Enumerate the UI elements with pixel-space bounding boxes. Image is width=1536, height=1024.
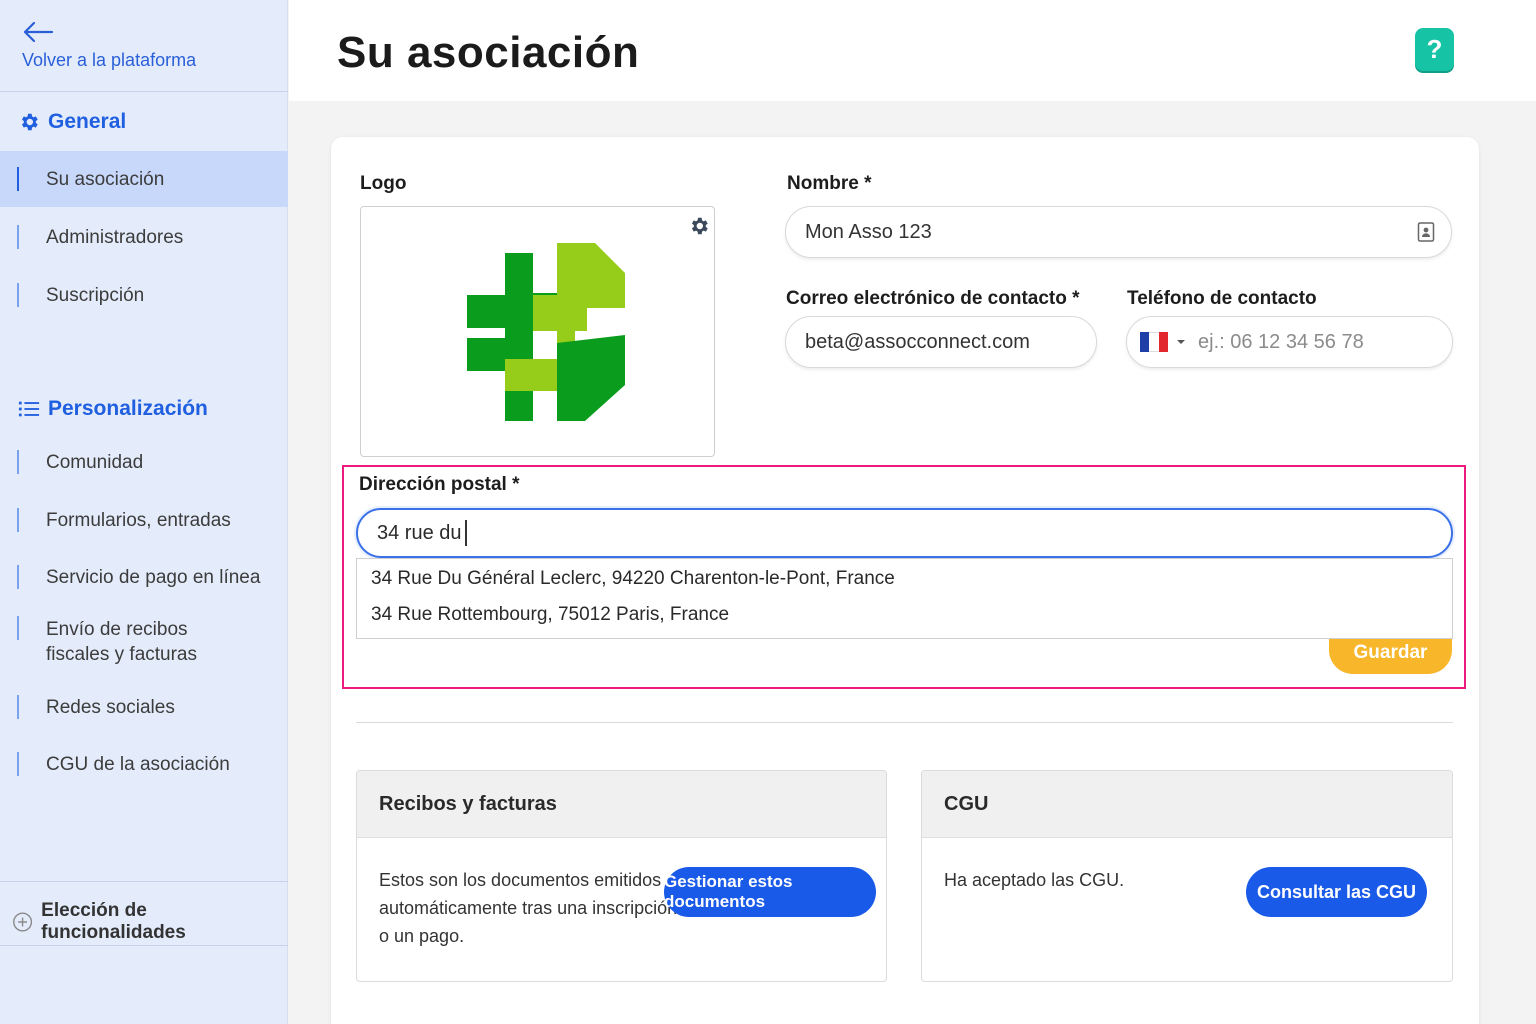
sidebar-item-redes-sociales[interactable]: Redes sociales [0,682,288,732]
address-suggestion-item[interactable]: 34 Rue Du Général Leclerc, 94220 Charent… [357,559,1452,595]
receipts-text-line: automáticamente tras una inscripción [379,898,678,918]
back-link-label: Volver a la plataforma [22,50,197,70]
contact-card-icon [1417,222,1435,242]
receipts-text-line: o un pago. [379,926,465,946]
name-input[interactable]: Mon Asso 123 [785,206,1452,258]
back-to-platform-link[interactable]: Volver a la plataforma [22,20,196,71]
feature-choice-button[interactable]: Elección de funcionalidades [12,900,287,944]
nav-indicator [17,565,19,589]
phone-input[interactable]: ej.: 06 12 34 56 78 [1126,316,1453,368]
cgu-description: Ha aceptado las CGU. [944,870,1125,890]
sidebar-item-label: Comunidad [46,451,144,473]
sidebar-item-su-asociacion[interactable]: Su asociación [0,151,288,207]
nav-indicator [17,283,19,307]
section-divider [356,722,1453,723]
gear-icon[interactable] [688,215,710,237]
gear-icon [21,113,38,131]
phone-placeholder: ej.: 06 12 34 56 78 [1198,330,1364,353]
email-input[interactable]: beta@assocconnect.com [785,316,1097,368]
view-cgu-label: Consultar las CGU [1256,881,1417,902]
section-personalizacion-title: Personalización [48,397,208,420]
email-value: beta@assocconnect.com [805,330,1030,353]
sidebar-item-label: Suscripción [46,284,145,306]
manage-documents-button[interactable]: Gestionar estos documentos [664,867,876,917]
nav-indicator [17,450,19,474]
sidebar-item-label: Su asociación [46,168,165,190]
address-value: 34 rue du [377,521,462,544]
save-label: Guardar [1353,641,1428,663]
phone-label: Teléfono de contacto [1127,288,1317,309]
sidebar: Volver a la plataforma General Su asocia… [0,0,288,1024]
cgu-panel-title: CGU [922,771,1452,838]
nav-indicator [17,752,19,776]
nav-indicator [17,508,19,532]
page-title: Su asociación [337,28,640,77]
name-value: Mon Asso 123 [805,220,932,243]
sidebar-divider [0,881,288,882]
question-icon: ? [1426,34,1443,64]
address-suggestions: 34 Rue Du Général Leclerc, 94220 Charent… [356,558,1453,639]
text-caret [464,520,467,546]
sidebar-item-label: Redes sociales [46,696,175,718]
cgu-panel: CGU Ha aceptado las CGU. Consultar las C… [921,770,1453,982]
sidebar-item-label: Administradores [46,226,184,248]
receipts-description: Estos son los documentos emitidos automá… [379,866,677,950]
sidebar-divider [0,91,288,92]
france-flag-icon[interactable] [1140,332,1168,352]
caret-down-icon[interactable] [1176,337,1186,347]
sidebar-item-administradores[interactable]: Administradores [0,212,288,262]
nav-indicator [17,616,19,640]
association-logo [467,243,625,421]
sidebar-item-formularios[interactable]: Formularios, entradas [0,495,288,545]
sidebar-item-suscripcion[interactable]: Suscripción [0,270,288,320]
address-suggestion-item[interactable]: 34 Rue Rottembourg, 75012 Paris, France [357,595,1452,631]
sidebar-item-servicio-pago[interactable]: Servicio de pago en línea [0,552,288,602]
receipts-text-line: Estos son los documentos emitidos [379,870,662,890]
plus-circle-icon [13,912,33,932]
sidebar-item-label: Servicio de pago en línea [46,566,261,588]
receipts-panel-title: Recibos y facturas [357,771,886,838]
logo-upload[interactable] [360,206,715,457]
manage-documents-label: Gestionar estos documentos [664,872,793,911]
section-personalizacion: Personalización [18,397,208,421]
receipts-panel: Recibos y facturas Estos son los documen… [356,770,887,982]
name-label: Nombre * [787,173,872,194]
sidebar-item-label: CGU de la asociación [46,753,230,775]
feature-choice-label: Elección de funcionalidades [41,900,186,943]
help-button[interactable]: ? [1415,28,1454,71]
section-general-title: General [48,110,127,133]
address-input[interactable]: 34 rue du [356,508,1453,558]
sidebar-item-label: Envío de recibos fiscales y facturas [46,619,197,665]
sidebar-item-comunidad[interactable]: Comunidad [0,437,288,487]
sidebar-item-envio-recibos[interactable]: Envío de recibos fiscales y facturas [0,612,288,672]
sidebar-item-cgu-asociacion[interactable]: CGU de la asociación [0,739,288,789]
sidebar-item-label: Formularios, entradas [46,509,231,531]
nav-indicator [17,225,19,249]
nav-indicator [17,167,19,191]
arrow-left-icon [23,21,54,43]
nav-indicator [17,695,19,719]
logo-label: Logo [360,173,407,194]
list-icon [18,401,40,417]
page-header: Su asociación ? [289,0,1536,101]
view-cgu-button[interactable]: Consultar las CGU [1246,867,1427,917]
section-general: General [18,110,126,134]
address-label: Dirección postal * [359,474,520,495]
sidebar-divider [0,945,288,946]
email-label: Correo electrónico de contacto * [786,288,1080,309]
